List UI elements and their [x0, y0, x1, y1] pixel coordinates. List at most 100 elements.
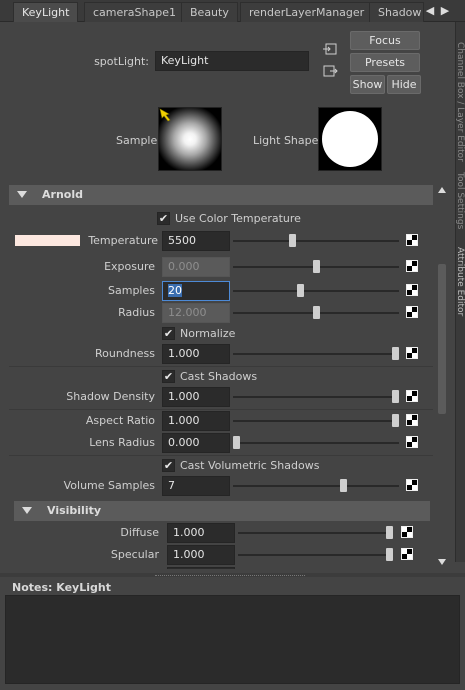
normalize-label: Normalize [180, 327, 236, 340]
notes-textarea[interactable] [5, 595, 460, 684]
temperature-slider-track[interactable] [233, 240, 399, 242]
exposure-map-button-icon[interactable] [406, 260, 418, 272]
lens-radius-slider-track[interactable] [233, 442, 399, 444]
normalize-checkbox[interactable]: ✔ [162, 327, 175, 340]
radius-label: Radius [118, 306, 155, 319]
hide-button[interactable]: Hide [387, 75, 421, 94]
specular-map-button-icon[interactable] [401, 548, 413, 560]
exposure-label: Exposure [104, 260, 155, 273]
side-tab-attribute-editor[interactable]: Attribute Editor [456, 247, 465, 316]
diffuse-slider-handle[interactable] [386, 526, 393, 539]
collapse-arrow-icon [22, 507, 32, 514]
notes-label: Notes: KeyLight [12, 581, 111, 594]
shadow-density-field[interactable]: 1.000 [162, 387, 230, 407]
scroll-up-icon[interactable] [438, 187, 446, 193]
tab-renderlayermanager[interactable]: renderLayerManager [240, 2, 374, 22]
specular-slider-handle[interactable] [386, 548, 393, 561]
temperature-field[interactable]: 5500 [162, 231, 230, 251]
roundness-label: Roundness [94, 347, 155, 360]
tab-shadow[interactable]: Shadow [369, 2, 424, 22]
samples-value: 20 [168, 284, 182, 297]
tab-beauty[interactable]: Beauty [181, 2, 238, 22]
specular-slider-track[interactable] [238, 554, 393, 556]
pin-icon[interactable] [157, 106, 174, 123]
temperature-map-button-icon[interactable] [406, 234, 418, 246]
splitter-grip[interactable] [155, 575, 305, 577]
samples-slider-track[interactable] [233, 290, 399, 292]
aspect-ratio-label: Aspect Ratio [85, 414, 155, 427]
samples-label: Samples [108, 284, 155, 297]
side-tab-channel-box[interactable]: Channel Box / Layer Editor [456, 42, 465, 162]
temperature-label: Temperature [88, 234, 158, 247]
aspect-ratio-field[interactable]: 1.000 [162, 411, 230, 431]
aspect-ratio-map-button-icon[interactable] [406, 414, 418, 426]
roundness-field[interactable]: 1.000 [162, 344, 230, 364]
temperature-slider-handle[interactable] [288, 234, 296, 247]
vertical-scrollbar[interactable] [436, 183, 448, 569]
side-tab-tool-settings[interactable]: Tool Settings [456, 172, 465, 229]
output-connection-icon[interactable] [322, 64, 338, 78]
diffuse-slider-track[interactable] [238, 532, 393, 534]
tab-scroll-right-icon[interactable]: ▶ [439, 4, 451, 18]
cast-volumetric-shadows-checkbox[interactable]: ✔ [162, 459, 175, 472]
focus-button[interactable]: Focus [350, 31, 420, 50]
aspect-ratio-slider-track[interactable] [233, 420, 399, 422]
roundness-slider-handle[interactable] [392, 347, 399, 360]
radius-map-button-icon[interactable] [406, 306, 418, 318]
volume-samples-field[interactable]: 7 [162, 476, 230, 496]
exposure-field[interactable]: 0.000 [162, 257, 230, 277]
node-type-label: spotLight: [94, 55, 149, 68]
shadow-density-slider-track[interactable] [233, 396, 399, 398]
shadow-density-map-button-icon[interactable] [406, 390, 418, 402]
scroll-down-icon[interactable] [438, 559, 446, 565]
tab-scroll-left-icon[interactable]: ◀ [424, 4, 436, 18]
input-connection-icon[interactable] [322, 42, 338, 56]
cast-volumetric-shadows-label: Cast Volumetric Shadows [180, 459, 320, 472]
samples-map-button-icon[interactable] [406, 284, 418, 296]
divider [9, 366, 433, 367]
sample-label: Sample [116, 134, 158, 147]
volume-samples-map-button-icon[interactable] [406, 479, 418, 491]
volume-samples-label: Volume Samples [63, 479, 155, 492]
samples-slider-handle[interactable] [296, 284, 304, 297]
shadow-density-slider-handle[interactable] [392, 390, 399, 403]
visibility-section-header[interactable]: Visibility [14, 501, 430, 521]
diffuse-map-button-icon[interactable] [401, 526, 413, 538]
cast-shadows-label: Cast Shadows [180, 370, 258, 383]
diffuse-label: Diffuse [120, 526, 159, 539]
aspect-ratio-slider-handle[interactable] [392, 414, 399, 427]
volume-samples-slider-track[interactable] [233, 485, 399, 487]
radius-slider-handle[interactable] [312, 306, 320, 319]
divider [9, 409, 433, 410]
light-shape-swatch [318, 107, 382, 171]
use-color-temperature-label: Use Color Temperature [175, 212, 301, 225]
lens-radius-slider-handle[interactable] [233, 436, 240, 449]
attribute-panel: Arnold ✔ Use Color Temperature Temperatu… [9, 183, 433, 569]
radius-field[interactable]: 12.000 [162, 303, 230, 323]
show-button[interactable]: Show [350, 75, 385, 94]
arnold-section-header[interactable]: Arnold [9, 185, 433, 205]
node-name-field[interactable]: KeyLight [155, 51, 309, 71]
use-color-temperature-checkbox[interactable]: ✔ [157, 212, 170, 225]
roundness-slider-track[interactable] [233, 353, 399, 355]
scrollbar-thumb[interactable] [438, 264, 446, 414]
lens-radius-field[interactable]: 0.000 [162, 433, 230, 453]
presets-button[interactable]: Presets [350, 53, 420, 72]
tab-keylight[interactable]: KeyLight [13, 2, 79, 22]
exposure-slider-handle[interactable] [312, 260, 320, 273]
lens-radius-label: Lens Radius [89, 436, 155, 449]
visibility-section-title: Visibility [47, 504, 102, 517]
tab-camerashape1[interactable]: cameraShape1 [84, 2, 185, 22]
lens-radius-map-button-icon[interactable] [406, 436, 418, 448]
volume-samples-slider-handle[interactable] [339, 479, 347, 492]
roundness-map-button-icon[interactable] [406, 347, 418, 359]
collapse-arrow-icon [17, 191, 27, 198]
next-row-field[interactable] [167, 567, 235, 569]
specular-field[interactable]: 1.000 [167, 545, 235, 565]
light-shape-label: Light Shape [253, 134, 319, 147]
diffuse-field[interactable]: 1.000 [167, 523, 235, 543]
specular-label: Specular [110, 548, 159, 561]
cast-shadows-checkbox[interactable]: ✔ [162, 370, 175, 383]
samples-field[interactable]: 20 [162, 281, 230, 301]
tab-bar: KeyLight cameraShape1 Beauty renderLayer… [0, 0, 465, 22]
